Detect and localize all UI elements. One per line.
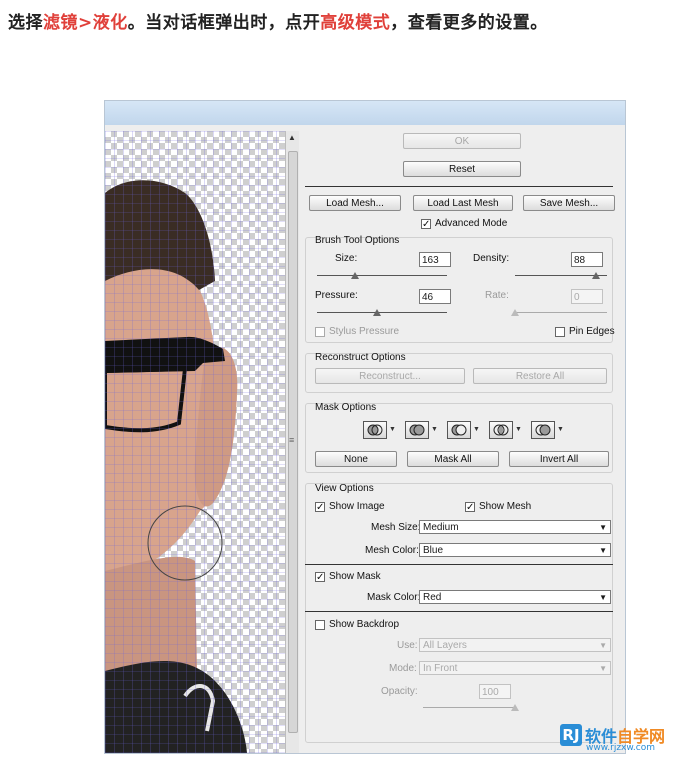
mesh-color-select[interactable]: Blue ▼ — [419, 543, 611, 557]
save-mesh-button[interactable]: Save Mesh... — [523, 195, 615, 211]
show-mesh-label: Show Mesh — [479, 501, 532, 512]
mask-options-title: Mask Options — [315, 402, 377, 413]
chevron-down-icon: ▼ — [389, 426, 396, 433]
options-panel: OK Reset Load Mesh... Load Last Mesh Sav… — [301, 131, 619, 753]
caption-highlight-filter: 滤镜>液化 — [43, 13, 128, 33]
caption-text-2: 。当对话框弹出时，点开 — [127, 13, 321, 33]
chevron-down-icon: ▼ — [599, 523, 607, 532]
mesh-size-value: Medium — [423, 522, 459, 533]
dialog-titlebar[interactable] — [105, 101, 625, 125]
opacity-slider[interactable] — [423, 703, 519, 713]
restore-all-button[interactable]: Restore All — [473, 368, 607, 384]
chevron-down-icon: ▼ — [599, 664, 607, 673]
preview-image — [105, 131, 285, 753]
density-input[interactable]: 88 — [571, 252, 603, 267]
site-watermark: RJ 软件自学网 www.rjzxw.com — [560, 722, 682, 756]
load-last-mesh-button[interactable]: Load Last Mesh — [413, 195, 513, 211]
size-slider[interactable] — [317, 271, 447, 281]
rate-slider[interactable] — [511, 308, 607, 318]
mode-value: In Front — [423, 663, 458, 674]
view-options-title: View Options — [315, 483, 374, 494]
mask-all-button[interactable]: Mask All — [407, 451, 499, 467]
divider — [305, 564, 613, 565]
opacity-slider-knob[interactable] — [511, 704, 519, 711]
chevron-down-icon: ▼ — [557, 426, 564, 433]
ok-button[interactable]: OK — [403, 133, 521, 149]
mask-none-button[interactable]: None — [315, 451, 397, 467]
mask-mode-buttons: ▼ ▼ ▼ ▼ ▼ — [363, 421, 564, 441]
scroll-grip-icon: ≡ — [289, 435, 295, 445]
brush-tool-options-title: Brush Tool Options — [315, 235, 400, 246]
size-label: Size: — [335, 253, 358, 264]
show-mask-label: Show Mask — [329, 571, 381, 582]
advanced-mode-checkbox[interactable]: ✓ — [421, 219, 431, 230]
density-slider-knob[interactable] — [591, 272, 600, 279]
advanced-mode-label: Advanced Mode — [435, 218, 508, 229]
density-slider[interactable] — [515, 271, 607, 281]
use-label: Use: — [397, 640, 418, 651]
rate-input[interactable]: 0 — [571, 289, 603, 304]
size-input[interactable]: 163 — [419, 252, 451, 267]
chevron-down-icon: ▼ — [599, 593, 607, 602]
opacity-input[interactable]: 100 — [479, 684, 511, 699]
rate-label: Rate: — [485, 290, 509, 301]
mode-select[interactable]: In Front ▼ — [419, 661, 611, 675]
use-value: All Layers — [423, 640, 467, 651]
mask-color-label: Mask Color: — [367, 592, 421, 603]
reconstruct-button[interactable]: Reconstruct... — [315, 368, 465, 384]
use-select[interactable]: All Layers ▼ — [419, 638, 611, 652]
chevron-down-icon: ▼ — [515, 426, 522, 433]
mask-color-value: Red — [423, 592, 442, 603]
instruction-caption: 选择滤镜>液化。当对话框弹出时，点开高级模式，查看更多的设置。 — [8, 8, 548, 33]
chevron-down-icon: ▼ — [473, 426, 480, 433]
stylus-pressure-checkbox[interactable] — [315, 327, 325, 337]
mask-invert-button[interactable]: ▼ — [531, 421, 567, 441]
mask-color-select[interactable]: Red ▼ — [419, 590, 611, 604]
pressure-input[interactable]: 46 — [419, 289, 451, 304]
canvas-scrollbar[interactable]: ▲ ≡ — [285, 131, 299, 753]
caption-text-1: 选择 — [8, 13, 43, 33]
show-mesh-checkbox[interactable]: ✓ — [465, 502, 475, 513]
mask-intersect-button[interactable]: ▼ — [489, 421, 525, 441]
mask-add-button[interactable]: ▼ — [405, 421, 441, 441]
opacity-label: Opacity: — [381, 686, 418, 697]
mesh-color-value: Blue — [423, 545, 444, 556]
show-image-label: Show Image — [329, 501, 385, 512]
chevron-down-icon: ▼ — [431, 426, 438, 433]
mesh-size-select[interactable]: Medium ▼ — [419, 520, 611, 534]
mask-replace-button[interactable]: ▼ — [363, 421, 399, 441]
invert-all-button[interactable]: Invert All — [509, 451, 609, 467]
size-slider-knob[interactable] — [350, 272, 359, 279]
pin-edges-label: Pin Edges — [569, 326, 615, 337]
pressure-slider[interactable] — [317, 308, 447, 318]
show-backdrop-label: Show Backdrop — [329, 619, 400, 630]
divider — [305, 186, 613, 187]
reconstruct-options-title: Reconstruct Options — [315, 352, 406, 363]
mesh-size-label: Mesh Size: — [371, 522, 421, 533]
chevron-down-icon: ▼ — [599, 641, 607, 650]
caption-highlight-advanced: 高级模式 — [320, 13, 391, 33]
stylus-pressure-label: Stylus Pressure — [329, 326, 400, 337]
load-mesh-button[interactable]: Load Mesh... — [309, 195, 401, 211]
rate-slider-knob[interactable] — [511, 309, 519, 316]
reset-button[interactable]: Reset — [403, 161, 521, 177]
site-url: www.rjzxw.com — [586, 743, 655, 753]
show-mask-checkbox[interactable]: ✓ — [315, 572, 325, 583]
show-image-checkbox[interactable]: ✓ — [315, 502, 325, 513]
chevron-down-icon: ▼ — [599, 546, 607, 555]
caption-text-3: ，查看更多的设置。 — [390, 13, 548, 33]
pin-edges-checkbox[interactable] — [555, 327, 565, 337]
pressure-label: Pressure: — [315, 290, 358, 301]
mask-subtract-button[interactable]: ▼ — [447, 421, 483, 441]
mesh-color-label: Mesh Color: — [365, 545, 419, 556]
preview-canvas[interactable] — [105, 131, 285, 753]
density-label: Density: — [473, 253, 510, 264]
site-logo-icon: RJ — [560, 724, 582, 746]
show-backdrop-checkbox[interactable] — [315, 620, 325, 630]
pressure-slider-knob[interactable] — [372, 309, 381, 316]
scroll-up-arrow-icon[interactable]: ▲ — [288, 133, 296, 142]
divider — [305, 611, 613, 612]
mode-label: Mode: — [389, 663, 417, 674]
liquify-dialog: ▲ ≡ OK Reset Load Mesh... Load Last Mesh… — [104, 100, 626, 754]
